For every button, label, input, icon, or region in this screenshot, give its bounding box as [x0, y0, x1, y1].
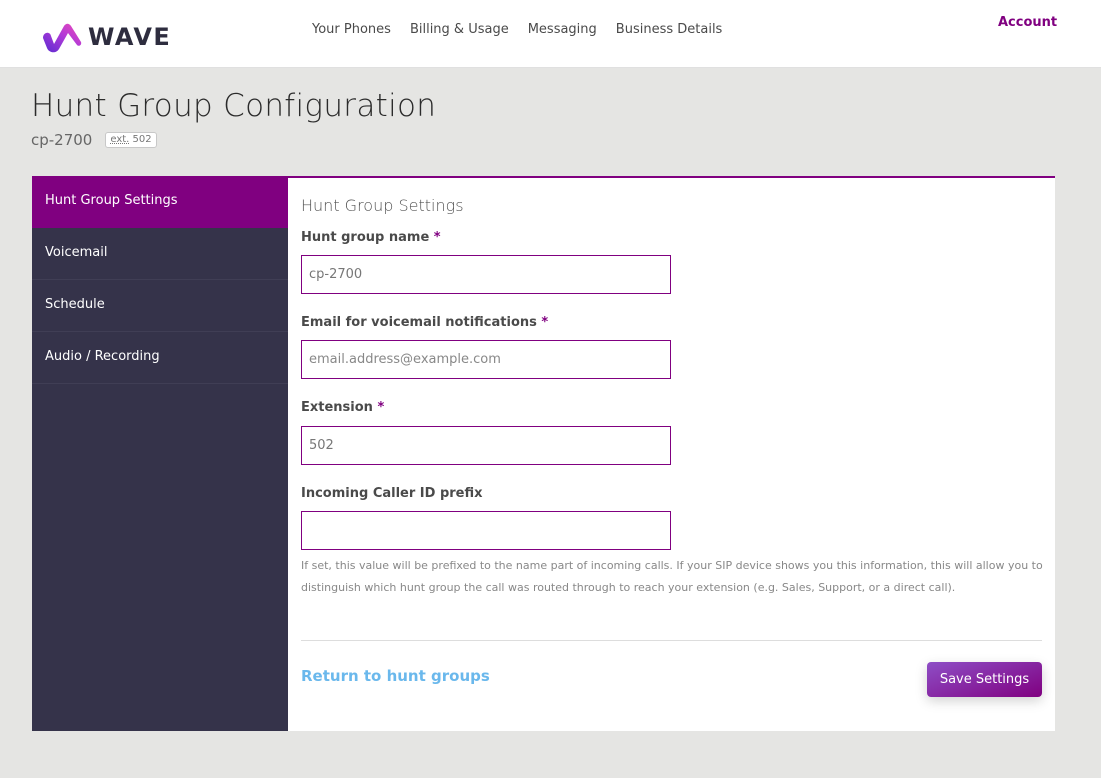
save-settings-button[interactable]: Save Settings — [927, 662, 1042, 697]
main-nav: Your Phones Billing & Usage Messaging Bu… — [312, 22, 741, 37]
extension-number: 502 — [132, 134, 152, 145]
caller-id-prefix-input[interactable] — [301, 511, 671, 550]
nav-business-details[interactable]: Business Details — [616, 22, 723, 37]
page-title: Hunt Group Configuration — [31, 88, 437, 124]
config-card: Hunt Group Settings Voicemail Schedule A… — [32, 176, 1055, 731]
hunt-group-name-input[interactable] — [301, 255, 671, 294]
nav-your-phones[interactable]: Your Phones — [312, 22, 391, 37]
extension-label: Extension * — [301, 400, 384, 415]
account-link[interactable]: Account — [998, 15, 1057, 30]
caller-id-help-text: If set, this value will be prefixed to t… — [301, 559, 1043, 594]
label-text: Email for voicemail notifications — [301, 315, 537, 330]
top-header: WAVE Your Phones Billing & Usage Messagi… — [0, 0, 1101, 68]
hunt-group-name-label: Hunt group name * — [301, 230, 441, 245]
label-text: Incoming Caller ID prefix — [301, 486, 483, 501]
sidebar-item-audio-recording[interactable]: Audio / Recording — [32, 332, 288, 384]
required-marker: * — [541, 315, 549, 330]
hunt-group-name: cp-2700 — [31, 131, 93, 149]
page-subtitle: cp-2700 ext. 502 — [31, 131, 157, 149]
sidebar-item-voicemail[interactable]: Voicemail — [32, 228, 288, 280]
sidebar-item-hunt-group-settings[interactable]: Hunt Group Settings — [32, 176, 288, 228]
required-marker: * — [377, 400, 385, 415]
required-marker: * — [433, 230, 441, 245]
extension-abbr: ext. — [110, 134, 130, 145]
caller-id-prefix-label: Incoming Caller ID prefix — [301, 486, 483, 501]
nav-billing-usage[interactable]: Billing & Usage — [410, 22, 509, 37]
sidebar-item-schedule[interactable]: Schedule — [32, 280, 288, 332]
settings-panel: Hunt Group Settings Hunt group name * Em… — [288, 176, 1055, 731]
return-to-hunt-groups-link[interactable]: Return to hunt groups — [301, 667, 490, 685]
label-text: Hunt group name — [301, 230, 430, 245]
nav-messaging[interactable]: Messaging — [528, 22, 597, 37]
extension-badge: ext. 502 — [105, 132, 157, 148]
section-title: Hunt Group Settings — [301, 196, 464, 215]
extension-input[interactable] — [301, 426, 671, 465]
wave-logo-icon — [43, 23, 82, 53]
wave-logo[interactable]: WAVE — [40, 20, 171, 54]
settings-sidebar: Hunt Group Settings Voicemail Schedule A… — [32, 176, 288, 731]
label-text: Extension — [301, 400, 373, 415]
email-input[interactable] — [301, 340, 671, 379]
email-label: Email for voicemail notifications * — [301, 315, 548, 330]
logo-text: WAVE — [88, 23, 172, 51]
divider — [301, 640, 1042, 641]
